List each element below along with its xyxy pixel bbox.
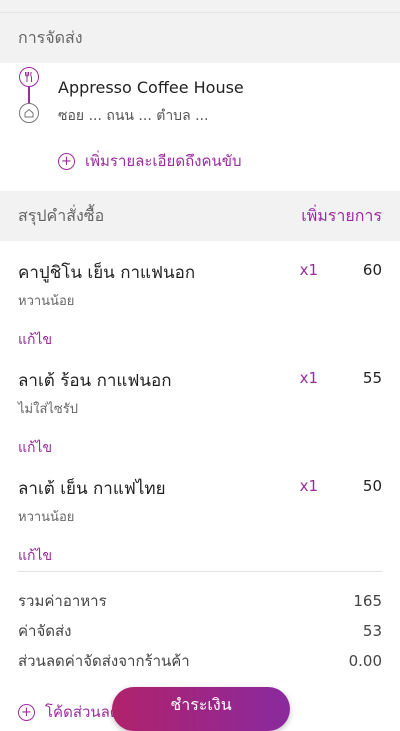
order-items-list: คาปูชิโน เย็น กาแฟนอก หวานน้อย แก้ไข x1 … xyxy=(0,241,400,565)
delivery-fee-value: 53 xyxy=(362,622,382,640)
item-note: ไม่ใส่ไซรัป xyxy=(18,402,78,417)
discount-row: ส่วนลดค่าจัดส่งจากร้านค้า 0.00 xyxy=(18,646,382,676)
home-icon xyxy=(19,103,39,123)
delivery-section-title: การจัดส่ง xyxy=(18,27,83,47)
edit-item-link[interactable]: แก้ไข xyxy=(18,437,382,459)
item-note: หวานน้อย xyxy=(18,294,75,309)
restaurant-name: Appresso Coffee House xyxy=(58,78,244,97)
food-total-value: 165 xyxy=(353,592,382,610)
edit-item-link[interactable]: แก้ไข xyxy=(18,545,382,567)
plus-circle-icon: + xyxy=(58,152,75,170)
delivery-section-header: การจัดส่ง xyxy=(0,13,400,63)
route-line xyxy=(28,87,30,103)
edit-item-link[interactable]: แก้ไข xyxy=(18,329,382,351)
order-section-title: สรุปคำสั่งซื้อ xyxy=(18,205,105,225)
discount-value: 0.00 xyxy=(348,652,382,670)
item-quantity: x1 xyxy=(299,477,318,495)
item-price: 50 xyxy=(362,477,382,495)
item-note: หวานน้อย xyxy=(18,510,75,525)
food-total-row: รวมค่าอาหาร 165 xyxy=(18,586,382,616)
list-item: คาปูชิโน เย็น กาแฟนอก หวานน้อย แก้ไข x1 … xyxy=(0,241,400,349)
item-quantity: x1 xyxy=(299,369,318,387)
add-items-link[interactable]: เพิ่มรายการ xyxy=(301,204,382,229)
promo-code-button[interactable]: + โค้ดส่วนลด xyxy=(18,700,120,724)
item-price: 60 xyxy=(362,261,382,279)
item-price: 55 xyxy=(362,369,382,387)
list-item: ลาเต้ เย็น กาแฟไทย หวานน้อย แก้ไข x1 50 xyxy=(0,457,400,565)
delivery-fee-label: ค่าจัดส่ง xyxy=(18,622,72,640)
order-section-header: สรุปคำสั่งซื้อ เพิ่มรายการ xyxy=(0,191,400,241)
route-indicator xyxy=(18,67,40,127)
add-driver-note-button[interactable]: + เพิ่มรายละเอียดถึงคนขับ xyxy=(58,149,382,173)
delivery-fee-row: ค่าจัดส่ง 53 xyxy=(18,616,382,646)
food-total-label: รวมค่าอาหาร xyxy=(18,592,107,610)
list-item: ลาเต้ ร้อน กาแฟนอก ไม่ใส่ไซรัป แก้ไข x1 … xyxy=(0,349,400,457)
delivery-address[interactable]: ซอย ... ถนน ... ตำบล ... xyxy=(58,103,368,129)
plus-circle-icon: + xyxy=(18,703,35,721)
top-strip xyxy=(0,0,400,13)
restaurant-icon xyxy=(19,67,39,87)
delivery-card[interactable]: Appresso Coffee House ซอย ... ถนน ... ตำ… xyxy=(0,63,400,191)
promo-code-label: โค้ดส่วนลด xyxy=(45,703,120,721)
pay-button[interactable]: ชำระเงิน xyxy=(112,687,290,731)
item-name: ลาเต้ ร้อน กาแฟนอก xyxy=(18,371,172,391)
price-summary: รวมค่าอาหาร 165 ค่าจัดส่ง 53 ส่วนลดค่าจั… xyxy=(0,572,400,676)
item-quantity: x1 xyxy=(299,261,318,279)
item-name: คาปูชิโน เย็น กาแฟนอก xyxy=(18,263,196,283)
item-name: ลาเต้ เย็น กาแฟไทย xyxy=(18,479,166,499)
discount-label: ส่วนลดค่าจัดส่งจากร้านค้า xyxy=(18,652,190,670)
add-driver-note-label: เพิ่มรายละเอียดถึงคนขับ xyxy=(85,152,242,170)
